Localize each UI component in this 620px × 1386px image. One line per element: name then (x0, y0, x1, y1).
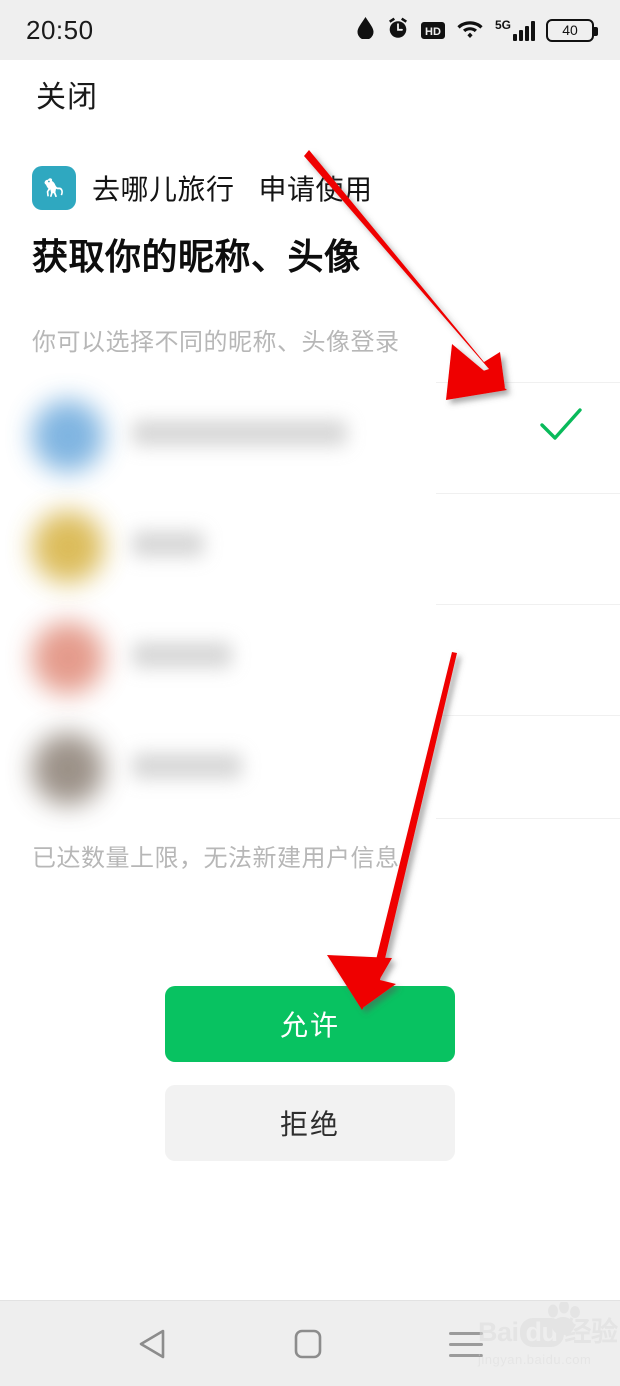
app-name: 去哪儿旅行 (92, 174, 235, 205)
signal-bars-icon (513, 21, 535, 41)
close-button[interactable]: 关闭 (36, 72, 98, 116)
avatar (32, 622, 104, 694)
account-list[interactable] (32, 370, 620, 826)
row-divider (436, 715, 620, 716)
status-icon-group: HD 5G 40 (356, 16, 598, 45)
hd-icon: HD (420, 21, 445, 39)
qunar-camel-icon (32, 166, 76, 210)
page-subtitle: 你可以选择不同的昵称、头像登录 (32, 329, 400, 356)
app-request-label: 申请使用 (258, 174, 373, 205)
list-item[interactable] (32, 715, 620, 826)
limit-note: 已达数量上限，无法新建用户信息 (32, 845, 400, 872)
avatar (32, 511, 104, 583)
reject-button[interactable]: 拒绝 (165, 1085, 455, 1161)
row-divider (436, 604, 620, 605)
list-item[interactable] (32, 382, 620, 493)
back-triangle-icon[interactable] (138, 1329, 166, 1364)
list-item[interactable] (32, 604, 620, 715)
status-bar: 20:50 HD 5G 40 (0, 0, 620, 60)
avatar (32, 400, 104, 472)
row-divider (436, 818, 620, 819)
account-name-redacted (132, 420, 347, 446)
app-identity-row: 去哪儿旅行 申请使用 (32, 166, 373, 210)
page-title: 获取你的昵称、头像 (32, 236, 361, 277)
list-item[interactable] (32, 493, 620, 604)
alarm-clock-icon (386, 16, 410, 45)
hamburger-menu-icon[interactable] (449, 1332, 483, 1365)
account-name-redacted (132, 642, 232, 668)
row-divider (436, 493, 620, 494)
status-time: 20:50 (26, 14, 94, 45)
avatar (32, 733, 104, 805)
water-drop-icon (356, 16, 375, 44)
account-name-redacted (132, 753, 242, 779)
allow-button[interactable]: 允许 (165, 986, 455, 1062)
check-icon (538, 404, 584, 446)
home-square-icon[interactable] (293, 1329, 323, 1364)
account-name-redacted (132, 531, 204, 557)
system-navigation-bar (0, 1300, 620, 1386)
5g-signal-icon: 5G (495, 19, 535, 41)
battery-icon: 40 (546, 18, 598, 42)
wifi-icon (456, 16, 484, 44)
row-divider (436, 382, 620, 383)
